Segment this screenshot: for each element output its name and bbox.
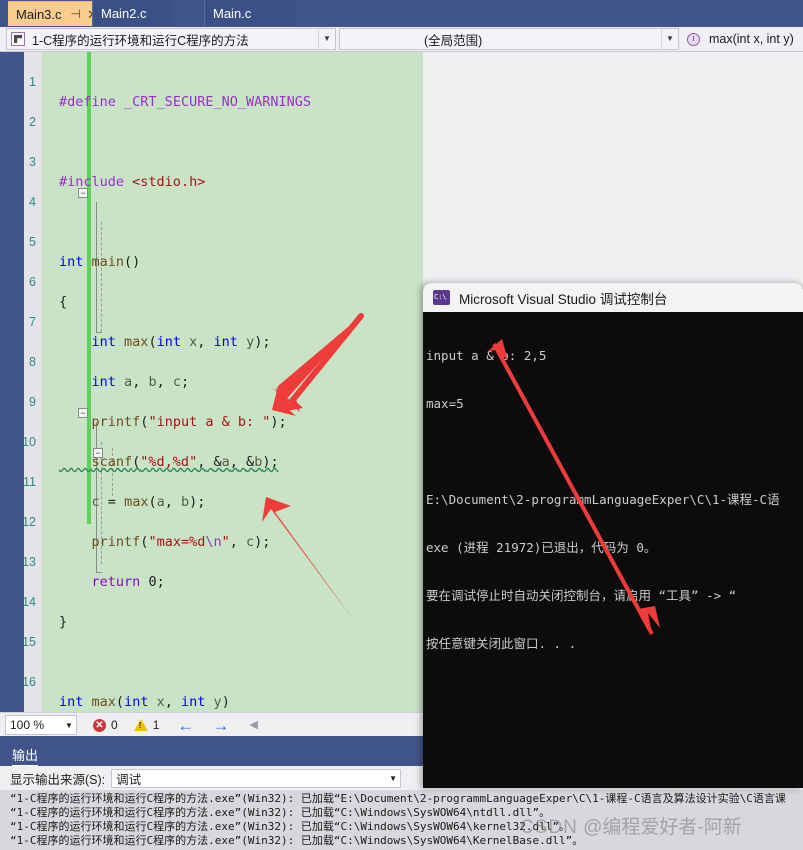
- editor-status-bar: 100 % ▼ ✕ 0 1 ← → ◀: [0, 712, 423, 737]
- console-line: 按任意键关闭此窗口. . .: [426, 636, 577, 651]
- navigation-bar: 1-C程序的运行环境和运行C程序的方法 ▼ (全局范围) ▼ max(int x…: [0, 27, 803, 52]
- watermark: CSDN @编程爱好者-阿新: [520, 812, 742, 839]
- console-title: Microsoft Visual Studio 调试控制台: [459, 291, 668, 307]
- code-line: 8 int a, b, c;: [29, 332, 423, 390]
- line-number: 6: [29, 275, 36, 289]
- code-line: 17 {: [42, 692, 423, 712]
- error-count-value: 0: [111, 718, 118, 732]
- console-line: E:\Document\2-programmLanguageExper\C\1-…: [426, 492, 780, 507]
- chevron-down-icon[interactable]: ▼: [661, 29, 678, 49]
- editor-gutter: [24, 52, 42, 712]
- watermark-brand: CSDN: [520, 817, 578, 838]
- console-line: exe (进程 21972)已退出，代码为 0。: [426, 540, 657, 555]
- code-line: 7 int max(int x, int y);: [29, 292, 423, 350]
- navigate-back-icon[interactable]: ←: [177, 717, 194, 734]
- code-line: 16 int max(int x, int y): [22, 652, 423, 710]
- output-log-line: “1-C程序的运行环境和运行C程序的方法.exe”(Win32): 已加载“E:…: [10, 792, 786, 805]
- console-line: max=5: [426, 396, 464, 411]
- method-icon: [687, 32, 700, 46]
- line-number: 3: [29, 155, 36, 169]
- line-number: 9: [29, 395, 36, 409]
- console-line: 要在调试停止时自动关闭控制台，请启用 “工具” -> “: [426, 588, 737, 603]
- code-lines: 1 #define _CRT_SECURE_NO_WARNINGS 2 3 #i…: [22, 52, 423, 710]
- code-line: 9 printf("input a & b: ");: [29, 372, 423, 430]
- output-source-label: 显示输出来源(S):: [10, 772, 106, 787]
- line-number: 1: [29, 75, 36, 89]
- member-dropdown[interactable]: max(int x, int y): [682, 28, 800, 50]
- line-number: 12: [22, 515, 36, 529]
- navigate-more-icon[interactable]: ◀: [249, 719, 257, 731]
- code-line: 4: [29, 172, 423, 209]
- project-dropdown[interactable]: 1-C程序的运行环境和运行C程序的方法 ▼: [6, 28, 336, 50]
- line-number: 13: [22, 555, 36, 569]
- tab-label: Main2.c: [101, 6, 147, 21]
- pin-icon[interactable]: ⊣: [68, 8, 84, 20]
- code-line: 2: [29, 92, 423, 129]
- tab-main2-c[interactable]: Main2.c: [92, 1, 172, 26]
- output-source-dropdown[interactable]: 调试 ▼: [111, 768, 402, 788]
- line-number: 15: [22, 635, 36, 649]
- line-number: 10: [22, 435, 36, 449]
- code-line: 1 #define _CRT_SECURE_NO_WARNINGS: [29, 52, 423, 110]
- tab-label: Main.c: [213, 6, 252, 21]
- console-output: input a & b: 2,5 max=5 E:\Document\2-pro…: [423, 312, 803, 684]
- code-line: 12 printf("max=%d\n", c);: [22, 492, 423, 550]
- warning-count-indicator[interactable]: 1: [133, 718, 160, 732]
- editor-tab-bar: Main3.c ⊣ ✕ Main2.c Main.c: [0, 0, 803, 27]
- vs-window: Main3.c ⊣ ✕ Main2.c Main.c 1-C程序的运行环境和运行…: [0, 0, 803, 850]
- chevron-down-icon[interactable]: ▼: [318, 29, 335, 49]
- output-source-value: 调试: [116, 772, 142, 787]
- line-number: 11: [23, 475, 36, 489]
- code-line: 14 }: [22, 572, 423, 630]
- line-number: 14: [22, 595, 36, 609]
- project-dropdown-value: 1-C程序的运行环境和运行C程序的方法: [32, 33, 249, 48]
- console-title-bar[interactable]: Microsoft Visual Studio 调试控制台: [423, 283, 803, 312]
- line-number: 4: [29, 195, 36, 209]
- warning-icon: [133, 719, 148, 731]
- code-line: 5 int main(): [29, 212, 423, 270]
- editor-left-margin: [0, 52, 24, 712]
- code-line: 10 scanf("%d,%d", &a, &b);: [22, 412, 423, 470]
- chevron-down-icon[interactable]: ▼: [62, 721, 76, 730]
- error-count-indicator[interactable]: ✕ 0: [93, 718, 118, 732]
- member-dropdown-value: max(int x, int y): [709, 32, 794, 46]
- line-number: 7: [29, 315, 36, 329]
- code-line: 11 c = max(a, b);: [23, 452, 423, 510]
- tab-main-c[interactable]: Main.c: [204, 1, 296, 26]
- code-line: 3 #include <stdio.h>: [29, 132, 423, 190]
- scope-dropdown-value: (全局范围): [424, 33, 483, 48]
- error-icon: ✕: [93, 718, 106, 732]
- line-number: 5: [29, 235, 36, 249]
- debug-console-window[interactable]: Microsoft Visual Studio 调试控制台 input a & …: [423, 283, 803, 788]
- line-number: 8: [29, 355, 36, 369]
- console-line: input a & b: 2,5: [426, 348, 547, 363]
- output-panel-title: 输出: [12, 745, 39, 767]
- scope-dropdown[interactable]: (全局范围) ▼: [339, 28, 679, 50]
- chevron-down-icon[interactable]: ▼: [386, 774, 400, 783]
- code-line: 6 {: [29, 252, 423, 310]
- warning-count-value: 1: [152, 718, 160, 732]
- tab-label: Main3.c: [16, 6, 62, 22]
- line-number: 2: [29, 115, 36, 129]
- line-number: 16: [22, 675, 36, 689]
- file-icon: [11, 32, 25, 46]
- watermark-author: @编程爱好者-阿新: [583, 817, 742, 838]
- code-editor[interactable]: − − − 1 #define _CRT_SECURE_NO_WARNINGS …: [0, 52, 423, 712]
- console-app-icon: [433, 290, 450, 305]
- zoom-level-dropdown[interactable]: 100 % ▼: [5, 715, 77, 735]
- code-line: 13 return 0;: [22, 532, 423, 590]
- zoom-level-value: 100 %: [10, 718, 45, 732]
- code-line: 15: [22, 612, 423, 649]
- navigate-forward-icon[interactable]: →: [212, 717, 229, 734]
